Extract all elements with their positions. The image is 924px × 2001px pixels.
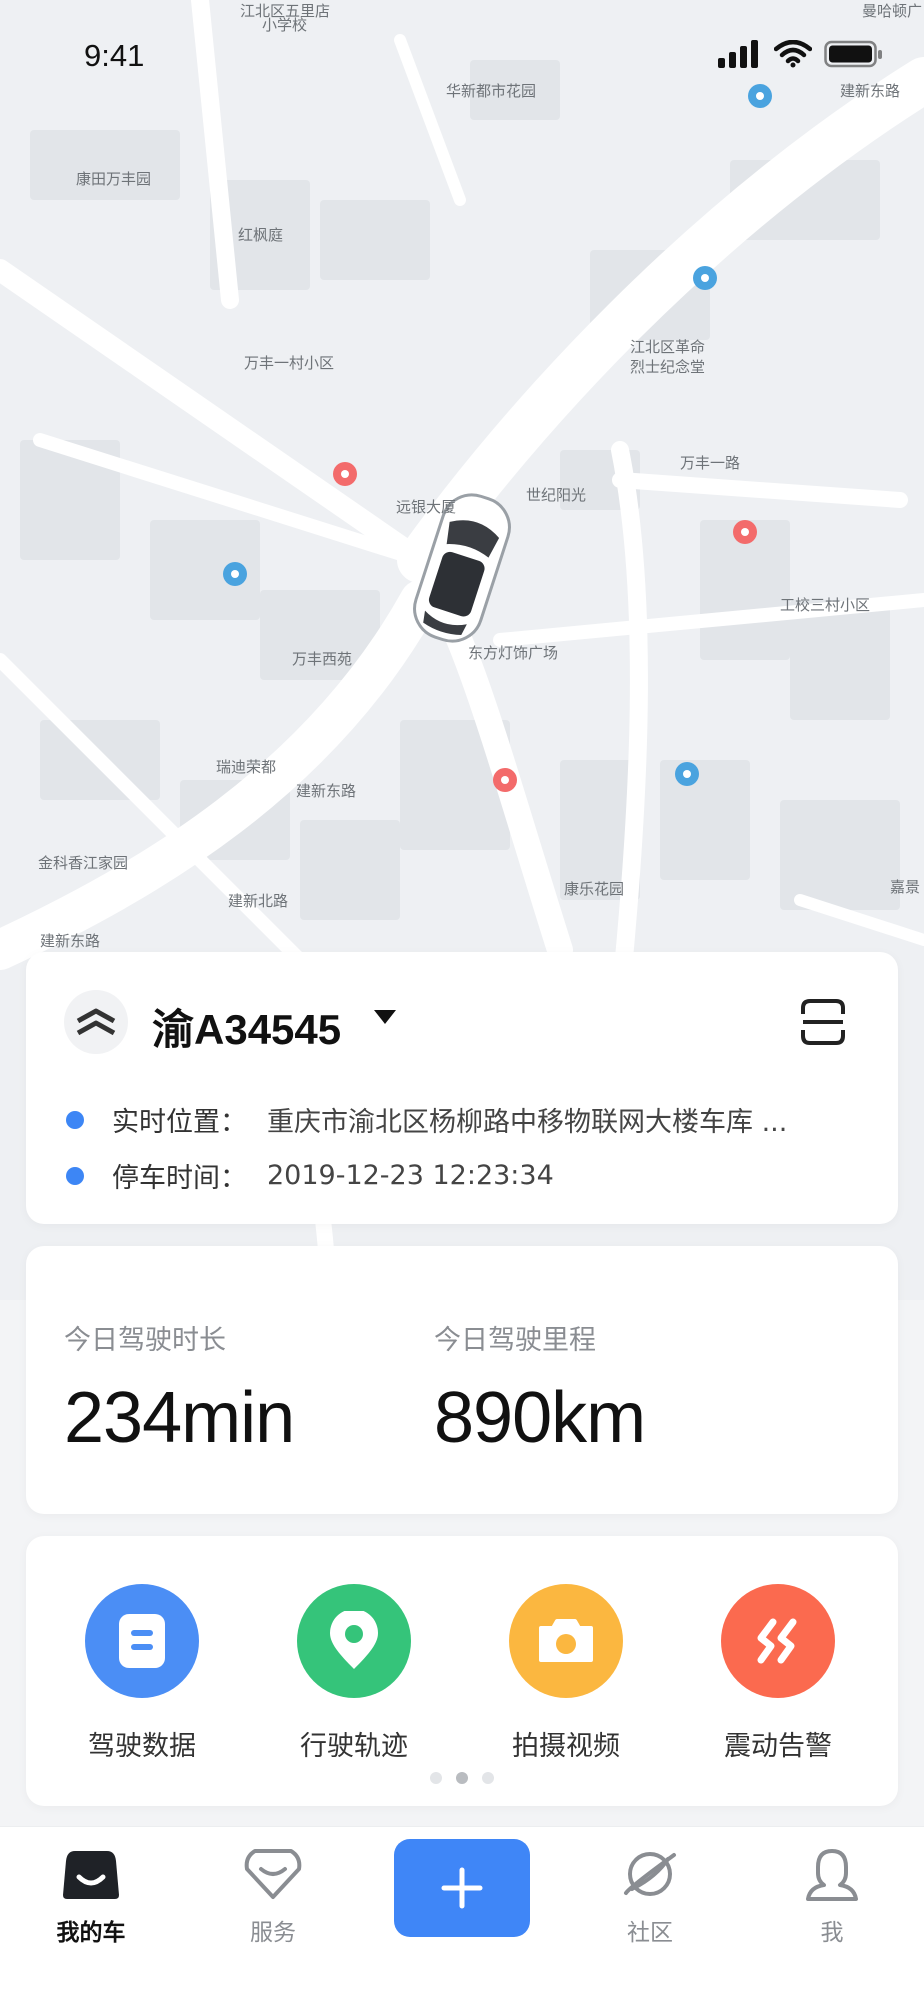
map-label: 康田万丰园 (76, 170, 152, 188)
tab-me[interactable]: 我 (772, 1847, 892, 1947)
brand-logo-icon (64, 990, 128, 1054)
add-button[interactable] (394, 1839, 530, 1937)
document-icon (85, 1584, 199, 1698)
mileage-value: 890km (434, 1378, 646, 1458)
map-label: 建新东路 (40, 932, 101, 950)
tab-service[interactable]: 服务 (213, 1847, 333, 1947)
tab-label: 服务 (250, 1920, 296, 1946)
planet-icon (624, 1852, 676, 1896)
map-label: 建新北路 (228, 892, 289, 910)
tab-my-car[interactable]: 我的车 (31, 1847, 151, 1947)
scan-icon[interactable] (800, 998, 846, 1046)
poi-marker-icon[interactable] (333, 462, 357, 486)
map-label: 康乐花园 (564, 880, 625, 898)
user-icon (806, 1849, 858, 1901)
map-label: 建新东路 (296, 782, 357, 800)
parking-label: 停车时间： (112, 1163, 247, 1194)
status-time: 9:41 (84, 38, 145, 73)
signal-icon (718, 40, 758, 68)
poi-marker-icon[interactable] (733, 520, 757, 544)
parking-time-row: 停车时间： 2019-12-23 12:23:34 (66, 1156, 554, 1195)
function-record-video[interactable]: 拍摄视频 (486, 1584, 646, 1763)
page-dot[interactable] (430, 1772, 442, 1784)
map-label: 远银大厦 (396, 498, 457, 516)
map-label: 东方灯饰广场 (468, 644, 559, 662)
license-plate[interactable]: 渝A34545 (152, 996, 341, 1057)
location-label: 实时位置： (112, 1107, 247, 1138)
function-label: 驾驶数据 (88, 1731, 196, 1762)
duration-value: 234min (64, 1378, 295, 1458)
poi-marker-icon[interactable] (693, 266, 717, 290)
map-label: 烈士纪念堂 (630, 358, 706, 376)
parking-value: 2019-12-23 12:23:34 (267, 1160, 554, 1191)
vehicle-card: 渝A34545 实时位置： 重庆市渝北区杨柳路中移物联网大楼车库 ... 停车时… (26, 952, 898, 1224)
page-dot[interactable] (482, 1772, 494, 1784)
poi-marker-icon[interactable] (223, 562, 247, 586)
poi-marker-icon[interactable] (675, 762, 699, 786)
bottom-tab-bar: 我的车 服务 社区 我 (0, 1826, 924, 2001)
driving-stats-card: 今日驾驶时长 234min 今日驾驶里程 890km (26, 1246, 898, 1514)
location-row: 实时位置： 重庆市渝北区杨柳路中移物联网大楼车库 ... (66, 1100, 787, 1139)
parking-dot (66, 1166, 84, 1185)
location-pin-icon (297, 1584, 411, 1698)
map-label: 金科香江家园 (38, 854, 129, 872)
poi-marker-icon[interactable] (748, 84, 772, 108)
status-icons (718, 40, 884, 68)
duration-stat: 今日驾驶时长 234min (64, 1318, 295, 1459)
map-label: 嘉景 (890, 878, 921, 896)
duration-label: 今日驾驶时长 (64, 1325, 226, 1356)
poi-marker-icon[interactable] (493, 768, 517, 792)
map-label: 万丰一村小区 (244, 354, 335, 372)
service-heart-icon (244, 1849, 302, 1899)
function-label: 行驶轨迹 (300, 1731, 408, 1762)
map-label: 世纪阳光 (526, 486, 587, 504)
map-label: 建新东路 (840, 82, 901, 100)
function-label: 拍摄视频 (512, 1731, 620, 1762)
battery-icon (824, 40, 882, 68)
tab-label: 我的车 (56, 1920, 126, 1946)
map-label: 瑞迪荣都 (216, 758, 277, 776)
map-label: 万丰西苑 (292, 650, 353, 668)
tab-label: 社区 (627, 1920, 673, 1946)
map-label: 华新都市花园 (446, 82, 537, 100)
wifi-icon (774, 40, 812, 68)
mileage-label: 今日驾驶里程 (434, 1325, 596, 1356)
map-label: 曼哈顿广 (862, 2, 923, 20)
camera-icon (509, 1584, 623, 1698)
map-label: 小学校 (262, 16, 308, 34)
functions-card: 驾驶数据 行驶轨迹 拍摄视频 震动告警 (26, 1536, 898, 1806)
map-label: 红枫庭 (238, 226, 284, 244)
map-label: 万丰一路 (680, 454, 741, 472)
function-driving-data[interactable]: 驾驶数据 (62, 1584, 222, 1763)
page-dot-active[interactable] (456, 1772, 468, 1784)
tab-label: 我 (820, 1920, 844, 1946)
tab-community[interactable]: 社区 (590, 1847, 710, 1947)
map-label: 工校三村小区 (780, 596, 871, 614)
map-label: 江北区革命 (630, 338, 706, 356)
vibration-alert-icon (721, 1584, 835, 1698)
car-icon (63, 1851, 119, 1899)
function-driving-track[interactable]: 行驶轨迹 (274, 1584, 434, 1763)
page-indicator (26, 1772, 898, 1784)
chevron-down-icon[interactable] (374, 1010, 396, 1024)
location-value: 重庆市渝北区杨柳路中移物联网大楼车库 ... (267, 1107, 788, 1138)
mileage-stat: 今日驾驶里程 890km (434, 1318, 646, 1459)
location-dot (66, 1110, 84, 1129)
plus-icon (441, 1867, 483, 1909)
function-vibration-alert[interactable]: 震动告警 (698, 1584, 858, 1763)
function-label: 震动告警 (724, 1731, 832, 1762)
